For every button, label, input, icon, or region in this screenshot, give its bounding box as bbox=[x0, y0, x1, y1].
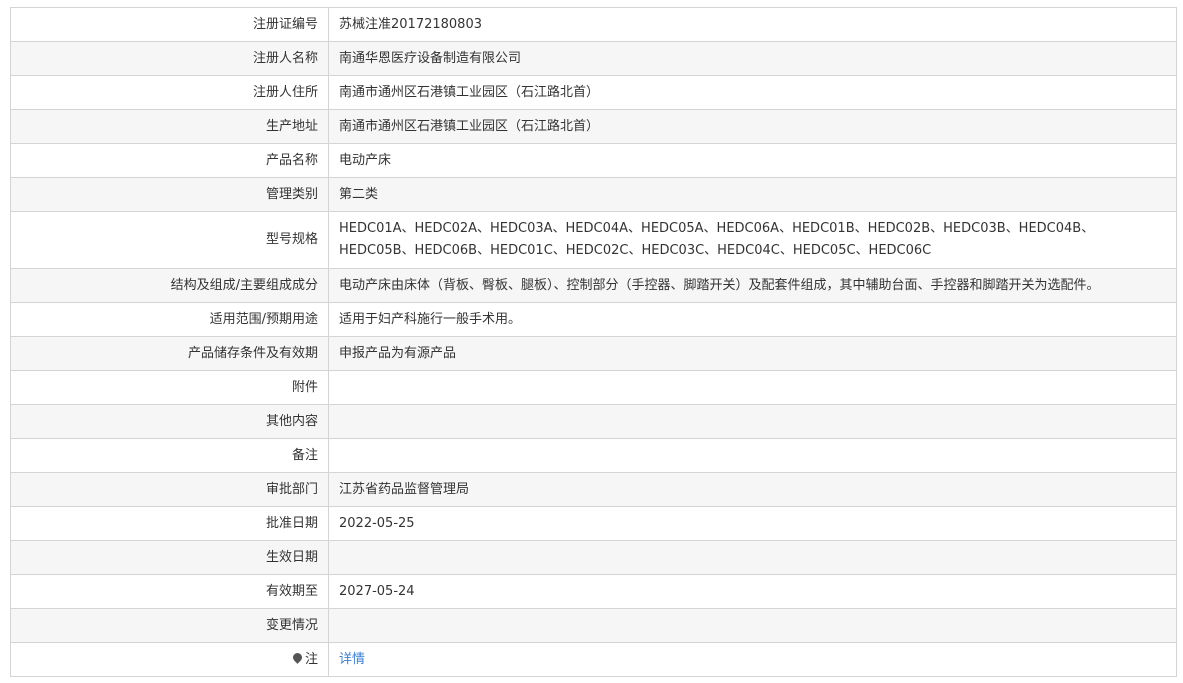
table-row: 注册人住所 南通市通州区石港镇工业园区（石江路北首） bbox=[10, 75, 1177, 110]
field-value: HEDC01A、HEDC02A、HEDC03A、HEDC04A、HEDC05A、… bbox=[328, 211, 1177, 269]
field-value bbox=[328, 438, 1177, 473]
table-body: 注册证编号 苏械注准20172180803 注册人名称 南通华恩医疗设备制造有限公司注… bbox=[10, 7, 1177, 677]
field-label: 管理类别 bbox=[10, 177, 329, 212]
table-row: 附件 bbox=[10, 370, 1177, 405]
field-label: 审批部门 bbox=[10, 472, 329, 507]
table-row: 审批部门 江苏省药品监督管理局 bbox=[10, 472, 1177, 507]
table-row: 有效期至 2027-05-24 bbox=[10, 574, 1177, 609]
field-value: 南通华恩医疗设备制造有限公司 bbox=[328, 41, 1177, 76]
field-label: 生产地址 bbox=[10, 109, 329, 144]
field-value: 2027-05-24 bbox=[328, 574, 1177, 609]
field-value: 江苏省药品监督管理局 bbox=[328, 472, 1177, 507]
field-value: 2022-05-25 bbox=[328, 506, 1177, 541]
table-row: 注册人名称 南通华恩医疗设备制造有限公司 bbox=[10, 41, 1177, 76]
field-label: 批准日期 bbox=[10, 506, 329, 541]
table-row: 结构及组成/主要组成成分 电动产床由床体（背板、臀板、腿板）、控制部分（手控器、脚… bbox=[10, 268, 1177, 303]
field-label: 适用范围/预期用途 bbox=[10, 302, 329, 337]
table-row: 生效日期 bbox=[10, 540, 1177, 575]
field-value: 申报产品为有源产品 bbox=[328, 336, 1177, 371]
registration-detail-table: 注册证编号 苏械注准20172180803 注册人名称 南通华恩医疗设备制造有限公司注… bbox=[10, 7, 1177, 677]
table-row: 批准日期 2022-05-25 bbox=[10, 506, 1177, 541]
field-label: 注册证编号 bbox=[10, 7, 329, 42]
field-value bbox=[328, 608, 1177, 643]
field-label: 生效日期 bbox=[10, 540, 329, 575]
field-label: 有效期至 bbox=[10, 574, 329, 609]
table-row: 生产地址 南通市通州区石港镇工业园区（石江路北首） bbox=[10, 109, 1177, 144]
field-label: 附件 bbox=[10, 370, 329, 405]
note-label: 注 bbox=[10, 642, 329, 677]
lightbulb-icon bbox=[291, 650, 304, 664]
field-label: 产品储存条件及有效期 bbox=[10, 336, 329, 371]
table-row: 其他内容 bbox=[10, 404, 1177, 439]
field-label: 结构及组成/主要组成成分 bbox=[10, 268, 329, 303]
field-label: 备注 bbox=[10, 438, 329, 473]
field-label: 产品名称 bbox=[10, 143, 329, 178]
details-link[interactable]: 详情 bbox=[339, 652, 365, 667]
field-value: 南通市通州区石港镇工业园区（石江路北首） bbox=[328, 75, 1177, 110]
table-row: 产品名称 电动产床 bbox=[10, 143, 1177, 178]
table-row: 适用范围/预期用途 适用于妇产科施行一般手术用。 bbox=[10, 302, 1177, 337]
table-row: 注册证编号 苏械注准20172180803 bbox=[10, 7, 1177, 42]
field-value: 适用于妇产科施行一般手术用。 bbox=[328, 302, 1177, 337]
field-value: 电动产床由床体（背板、臀板、腿板）、控制部分（手控器、脚踏开关）及配套件组成，其… bbox=[328, 268, 1177, 303]
field-label: 变更情况 bbox=[10, 608, 329, 643]
note-value: 详情 bbox=[328, 642, 1177, 677]
table-row: 管理类别 第二类 bbox=[10, 177, 1177, 212]
field-value bbox=[328, 404, 1177, 439]
field-value: 电动产床 bbox=[328, 143, 1177, 178]
field-value: 第二类 bbox=[328, 177, 1177, 212]
field-label: 型号规格 bbox=[10, 211, 329, 269]
field-value bbox=[328, 370, 1177, 405]
field-label: 其他内容 bbox=[10, 404, 329, 439]
field-label: 注册人住所 bbox=[10, 75, 329, 110]
table-row: 产品储存条件及有效期 申报产品为有源产品 bbox=[10, 336, 1177, 371]
table-row: 变更情况 bbox=[10, 608, 1177, 643]
table-row: 型号规格 HEDC01A、HEDC02A、HEDC03A、HEDC04A、HEDC… bbox=[10, 211, 1177, 269]
field-value: 南通市通州区石港镇工业园区（石江路北首） bbox=[328, 109, 1177, 144]
note-row: 注 详情 bbox=[10, 642, 1177, 677]
field-label: 注册人名称 bbox=[10, 41, 329, 76]
field-value: 苏械注准20172180803 bbox=[328, 7, 1177, 42]
note-label-text: 注 bbox=[304, 651, 318, 667]
field-value bbox=[328, 540, 1177, 575]
table-row: 备注 bbox=[10, 438, 1177, 473]
